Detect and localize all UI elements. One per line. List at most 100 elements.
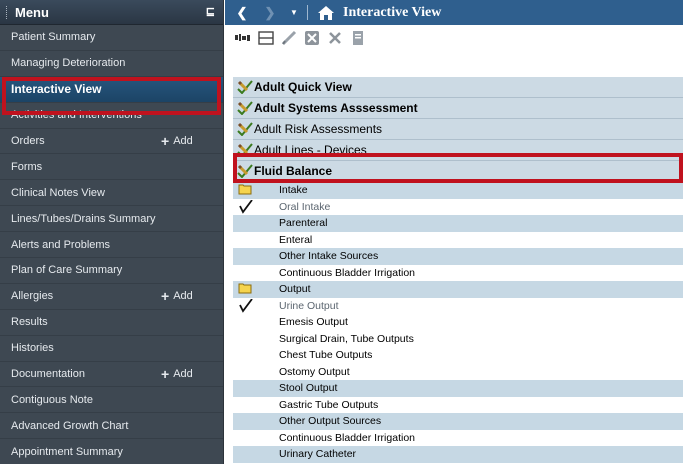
tree-row[interactable]: Urine Output: [233, 297, 683, 315]
sign-check-icon[interactable]: [281, 30, 297, 46]
insert-column-icon[interactable]: [235, 30, 251, 46]
add-button[interactable]: + Add: [161, 134, 193, 148]
tree-row[interactable]: Continuous Bladder Irrigation: [233, 264, 683, 282]
tree-row[interactable]: Gastric Tube Outputs: [233, 396, 683, 414]
cancel-x-icon[interactable]: [304, 30, 320, 46]
tree-row[interactable]: Other Intake Sources: [233, 248, 683, 265]
row-gutter: [233, 281, 278, 298]
sidebar-item-label: Contiguous Note: [11, 393, 93, 406]
row-gutter: [233, 397, 278, 414]
sidebar-item-clinical-notes-view[interactable]: Clinical Notes View: [0, 180, 223, 207]
sidebar-item-advanced-growth-chart[interactable]: Advanced Growth Chart: [0, 413, 223, 440]
sidebar-item-label: Clinical Notes View: [11, 186, 105, 199]
check-icon: [239, 199, 253, 214]
row-label: Continuous Bladder Irrigation: [279, 431, 415, 444]
row-label: Emesis Output: [279, 316, 348, 329]
section-label: Adult Risk Assessments: [254, 122, 383, 136]
sidebar-item-label: Results: [11, 316, 48, 329]
tree-row[interactable]: Ostomy Output: [233, 363, 683, 381]
home-icon[interactable]: [315, 5, 337, 21]
tree-row[interactable]: Parenteral: [233, 215, 683, 232]
tree-row[interactable]: Stool Output: [233, 380, 683, 397]
section-label: Adult Systems Asssessment: [254, 101, 418, 115]
document-check-icon: [237, 80, 253, 94]
sidebar-item-label: Managing Deterioration: [11, 57, 126, 70]
add-label: Add: [173, 290, 193, 303]
tree-row[interactable]: Intake: [233, 182, 683, 199]
sidebar-item-lines-tubes-drains-summary[interactable]: Lines/Tubes/Drains Summary: [0, 206, 223, 233]
row-label: Surgical Drain, Tube Outputs: [279, 332, 414, 345]
tree-row[interactable]: Chest Tube Outputs: [233, 347, 683, 364]
sidebar-item-label: Appointment Summary: [11, 445, 123, 458]
grip-icon[interactable]: [6, 5, 9, 19]
tree-row[interactable]: Continuous Bladder Irrigation: [233, 429, 683, 446]
row-label: Urine Output: [279, 299, 339, 312]
tree-row[interactable]: Oral Intake: [233, 198, 683, 215]
sidebar-item-appointment-summary[interactable]: Appointment Summary: [0, 439, 223, 464]
sidebar-item-label: Forms: [11, 160, 43, 173]
dropdown-arrow-icon[interactable]: ▼: [285, 8, 303, 17]
plus-icon: +: [161, 365, 170, 382]
row-label: Continuous Bladder Irrigation: [279, 266, 415, 279]
menu-title: Menu: [15, 4, 49, 20]
row-label: Other Intake Sources: [279, 250, 379, 263]
row-gutter: [233, 413, 278, 430]
row-label: Ostomy Output: [279, 365, 350, 378]
add-button[interactable]: + Add: [161, 287, 193, 304]
document-check-icon: [237, 122, 253, 136]
row-gutter: [233, 298, 278, 315]
add-button[interactable]: + Add: [161, 365, 193, 382]
clear-x-icon[interactable]: [327, 30, 343, 46]
sidebar-item-patient-summary[interactable]: Patient Summary: [0, 25, 223, 51]
tree-row[interactable]: Urinary Catheter: [233, 446, 683, 463]
view-header: ❮ ❯ ▼ Interactive View: [225, 0, 683, 25]
section-adult-quick-view[interactable]: Adult Quick View: [233, 77, 683, 98]
sidebar-item-allergies[interactable]: Allergies + Add: [0, 284, 223, 310]
section-label: Adult Quick View: [254, 80, 352, 94]
row-gutter: [233, 331, 278, 348]
tree-row[interactable]: Other Output Sources: [233, 413, 683, 430]
tree-row[interactable]: Enteral: [233, 231, 683, 249]
sidebar-item-label: Advanced Growth Chart: [11, 419, 129, 432]
plus-icon: +: [161, 287, 170, 304]
tree-row[interactable]: Emesis Output: [233, 314, 683, 331]
sidebar-item-forms[interactable]: Forms: [0, 154, 223, 181]
pin-icon[interactable]: ⊑: [206, 5, 215, 18]
row-gutter: [233, 314, 278, 331]
add-label: Add: [173, 135, 193, 147]
row-gutter: [233, 364, 278, 381]
tree-row[interactable]: Surgical Drain, Tube Outputs: [233, 330, 683, 348]
row-gutter: [233, 182, 278, 199]
sidebar-item-managing-deterioration[interactable]: Managing Deterioration: [0, 51, 223, 77]
forward-icon[interactable]: ❯: [261, 5, 279, 21]
row-label: Parenteral: [279, 217, 328, 230]
row-gutter: [233, 232, 278, 249]
highlight-interactive-view: [2, 77, 221, 115]
sidebar-item-documentation[interactable]: Documentation + Add: [0, 362, 223, 388]
sidebar-item-contiguous-note[interactable]: Contiguous Note: [0, 387, 223, 414]
document-check-icon: [237, 101, 253, 115]
tree-row[interactable]: Output: [233, 281, 683, 298]
section-adult-risk-assessments[interactable]: Adult Risk Assessments: [233, 119, 683, 140]
toolbar: [225, 25, 683, 51]
sidebar-item-label: Patient Summary: [11, 31, 96, 44]
sidebar-item-alerts-and-problems[interactable]: Alerts and Problems: [0, 232, 223, 259]
sidebar-item-orders[interactable]: Orders + Add: [0, 129, 223, 155]
section-adult-systems-asssessment[interactable]: Adult Systems Asssessment: [233, 98, 683, 119]
highlight-fluid-balance: [233, 153, 683, 183]
sidebar-item-histories[interactable]: Histories: [0, 336, 223, 362]
sidebar-item-plan-of-care-summary[interactable]: Plan of Care Summary: [0, 258, 223, 284]
back-icon[interactable]: ❮: [233, 5, 251, 21]
sidebar-item-label: Orders: [11, 135, 45, 147]
document-icon[interactable]: [350, 30, 366, 46]
row-gutter: [233, 347, 278, 364]
sidebar-item-label: Lines/Tubes/Drains Summary: [11, 212, 156, 225]
row-gutter: [233, 265, 278, 282]
row-gutter: [233, 248, 278, 265]
row-label: Other Output Sources: [279, 415, 382, 428]
folder-icon: [238, 184, 252, 195]
table-grid-icon[interactable]: [258, 30, 274, 46]
row-label: Output: [279, 283, 311, 296]
sidebar-item-results[interactable]: Results: [0, 310, 223, 336]
menu-header: Menu ⊑: [0, 0, 223, 25]
